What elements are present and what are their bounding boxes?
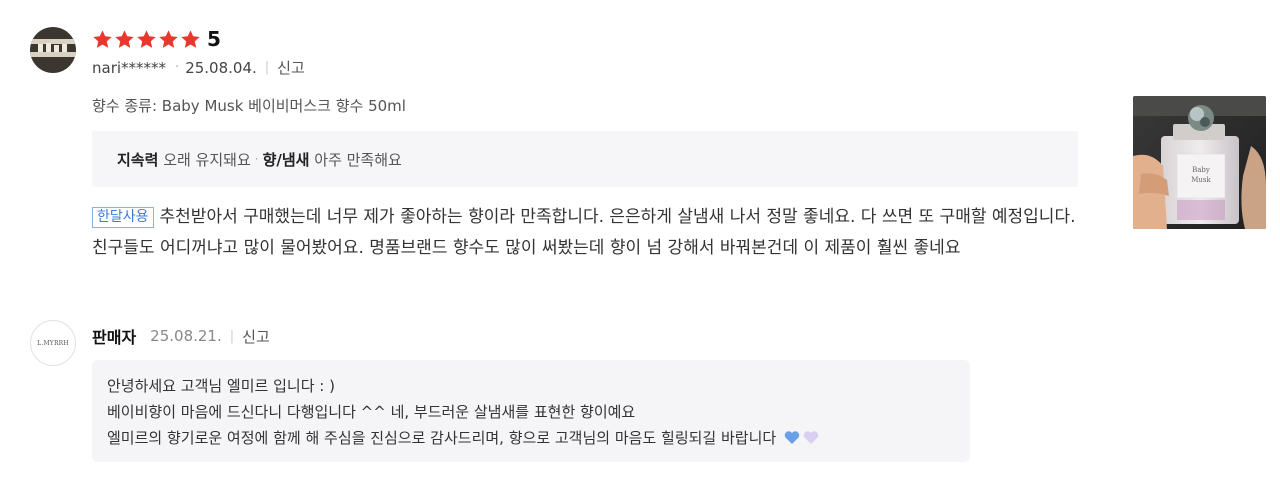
seller-reply-box: 안녕하세요 고객님 엘미르 입니다 : ) 베이비향이 마음에 드신다니 다행입… [92,360,970,462]
review-photo[interactable]: Baby Musk [1133,96,1266,229]
rating-value: 5 [207,27,221,51]
report-link[interactable]: 신고 [242,326,270,347]
review-text: 추천받아서 구매했는데 너무 제가 좋아하는 향이라 만족합니다. 은은하게 살… [92,207,1076,258]
reviewer-avatar [30,27,76,73]
perfume-bottle-image: Baby Musk [1133,96,1266,229]
separator-bar: | [264,60,270,75]
blue-heart-icon [784,431,800,444]
attribute-box: 지속력 오래 유지돼요 · 향/냄새 아주 만족해요 [92,131,1078,187]
photo-label-line1: Baby [1192,166,1210,174]
separator-dot: · [175,60,180,75]
usage-tag: 한달사용 [92,207,154,228]
star-icon [93,29,112,48]
reply-line: 베이비향이 마음에 드신다니 다행입니다 ^^ 네, 부드러운 살냄새를 표현한… [107,403,636,421]
review-meta: nari****** · 25.08.04. | 신고 [92,57,305,78]
attribute-name: 지속력 [117,150,159,169]
attribute-name: 향/냄새 [262,150,310,169]
photo-label-line2: Musk [1191,176,1211,184]
star-icon [137,29,156,48]
separator-bar: | [229,328,235,344]
reply-line: 안녕하세요 고객님 엘미르 입니다 : ) [107,377,335,395]
attribute-value: 아주 만족해요 [314,150,402,169]
seller-logo: L.MYRRH [30,320,76,366]
reply-line-with-hearts: 엘미르의 향기로운 여정에 함께 해 주심을 진심으로 감사드리며, 향으로 고… [107,425,819,451]
reviewer-id: nari****** [92,58,167,77]
star-icon [159,29,178,48]
seller-header: 판매자 25.08.21. | 신고 [92,324,270,348]
reply-date: 25.08.21. [150,327,222,345]
reply-line: 엘미르의 향기로운 여정에 함께 해 주심을 진심으로 감사드리며, 향으로 고… [107,429,777,447]
product-option: 향수 종류: Baby Musk 베이비머스크 향수 50ml [92,97,406,115]
seller-name: 판매자 [92,328,137,347]
review-date: 25.08.04. [185,58,257,77]
report-link[interactable]: 신고 [277,57,305,78]
star-icon [115,29,134,48]
lavender-heart-icon [803,431,819,444]
separator-dot: · [254,152,259,166]
star-rating [92,29,201,50]
star-icon [181,29,200,48]
review-body: 한달사용 추천받아서 구매했는데 너무 제가 좋아하는 향이라 만족합니다. 은은… [92,202,1082,264]
rating-row: 5 [92,25,221,53]
attribute-value: 오래 유지돼요 [163,150,251,169]
